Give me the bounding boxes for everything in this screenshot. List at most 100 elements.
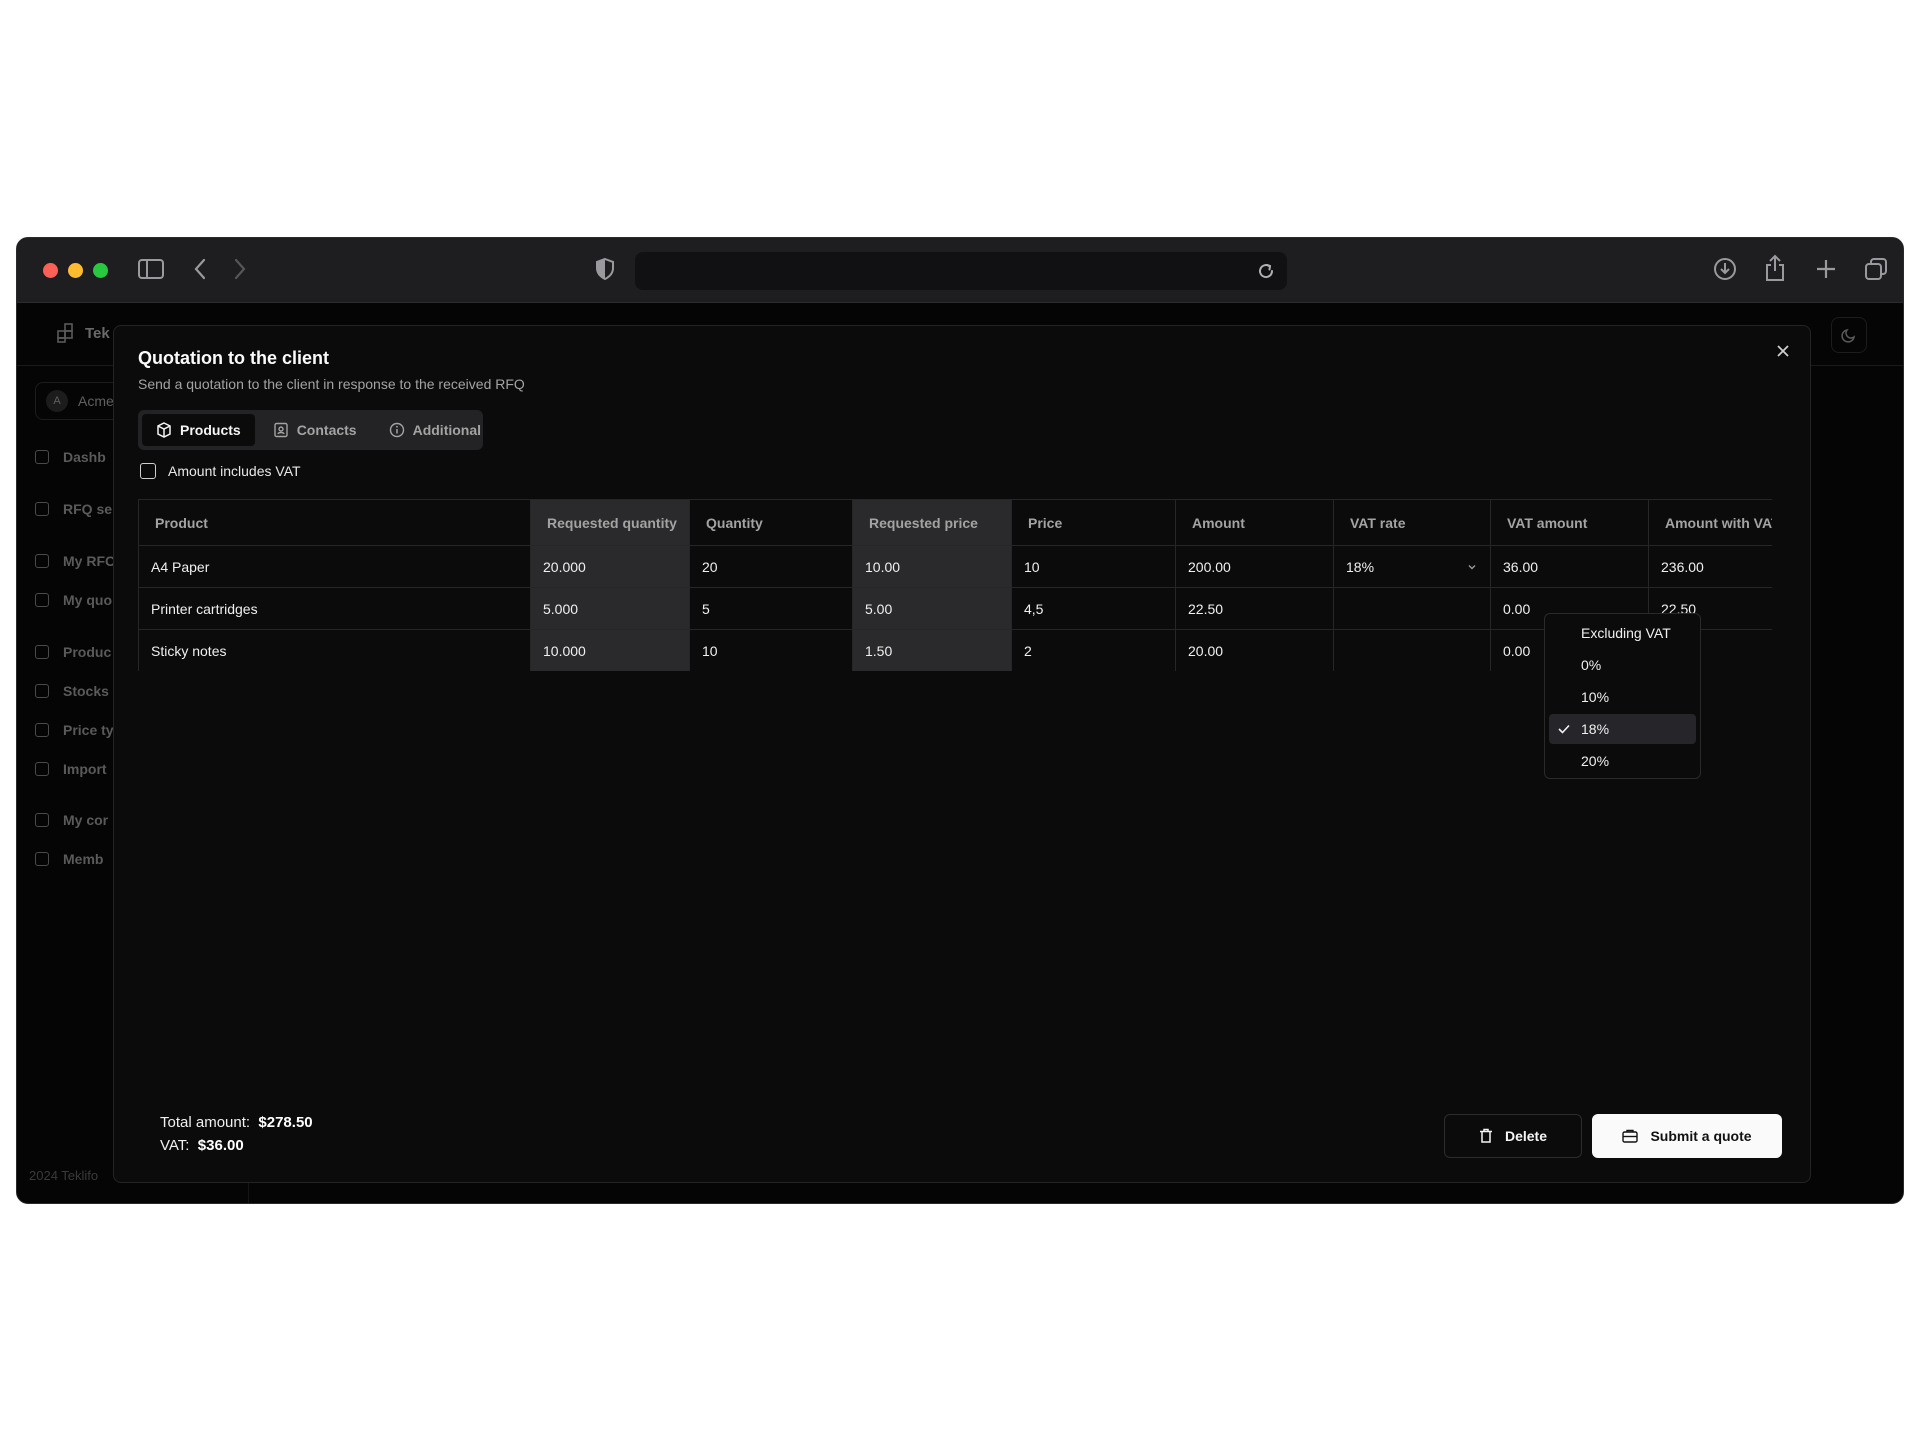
amount-input[interactable]: 200.00 xyxy=(1175,545,1334,588)
total-amount-line: Total amount: $278.50 xyxy=(160,1114,313,1131)
amount-input[interactable]: 20.00 xyxy=(1175,629,1334,671)
tab-additional[interactable]: Additional xyxy=(375,414,495,446)
col-header-product: Product xyxy=(138,499,531,546)
import-icon xyxy=(35,762,49,776)
amount-input[interactable]: 22.50 xyxy=(1175,587,1334,630)
theme-toggle-button[interactable] xyxy=(1831,317,1867,353)
delete-button[interactable]: Delete xyxy=(1444,1114,1582,1158)
vat-included-label[interactable]: Amount includes VAT xyxy=(168,463,301,479)
warehouse-icon xyxy=(35,684,49,698)
dashboard-icon xyxy=(35,450,49,464)
vat-rate-select[interactable] xyxy=(1333,587,1491,630)
document-icon xyxy=(35,554,49,568)
browser-toolbar xyxy=(17,238,1903,303)
vat-option-18[interactable]: 18% xyxy=(1549,714,1696,744)
back-icon[interactable] xyxy=(193,257,207,281)
tag-icon xyxy=(35,723,49,737)
share-icon[interactable] xyxy=(1764,254,1786,282)
close-dialog-button[interactable] xyxy=(1776,344,1790,363)
sidebar-item-my-quotes[interactable]: My quo xyxy=(35,592,112,608)
org-avatar: A xyxy=(46,390,68,412)
table-header-row: Product Requested quantity Quantity Requ… xyxy=(138,499,1772,546)
sidebar-item-members[interactable]: Memb xyxy=(35,851,103,867)
product-name-input[interactable]: A4 Paper xyxy=(138,545,531,588)
vat-rate-select[interactable] xyxy=(1333,629,1491,671)
sidebar-item-my-company[interactable]: My cor xyxy=(35,812,108,828)
tab-products[interactable]: Products xyxy=(142,414,255,446)
org-name: Acme xyxy=(78,393,114,409)
col-header-price: Price xyxy=(1011,499,1176,546)
shield-icon[interactable] xyxy=(595,257,615,281)
vat-rate-dropdown: Excluding VAT 0% 10% 18% 20% xyxy=(1544,613,1701,779)
table-row: A4 Paper 20.000 20 10.00 10 200.00 18% 3… xyxy=(138,545,1772,588)
product-name-input[interactable]: Printer cartridges xyxy=(138,587,531,630)
sidebar-item-products[interactable]: Produc xyxy=(35,644,111,660)
forward-icon[interactable] xyxy=(233,257,247,281)
vat-amount-input[interactable]: 36.00 xyxy=(1490,545,1649,588)
vat-included-row: Amount includes VAT xyxy=(140,463,301,479)
app-footer-text: 2024 Teklifo xyxy=(29,1168,99,1183)
trash-icon xyxy=(1479,1128,1492,1143)
sidebar-toggle-icon[interactable] xyxy=(138,258,164,280)
info-icon xyxy=(389,422,404,438)
sidebar-item-price-types[interactable]: Price ty xyxy=(35,722,114,738)
inbox-icon xyxy=(35,593,49,607)
tabs-overview-icon[interactable] xyxy=(1864,257,1888,281)
close-window-button[interactable] xyxy=(43,263,58,278)
document-icon xyxy=(35,502,49,516)
chevron-down-icon xyxy=(1468,564,1476,569)
col-header-amount-with-vat: Amount with VAT xyxy=(1648,499,1772,546)
browser-window: Tek A Acme Dashb RFQ se My RFC My quo Pr… xyxy=(16,237,1904,1204)
vat-option-20[interactable]: 20% xyxy=(1549,746,1696,776)
moon-icon xyxy=(1841,328,1856,343)
submit-quote-button[interactable]: Submit a quote xyxy=(1592,1114,1782,1158)
col-header-requested-quantity: Requested quantity xyxy=(530,499,690,546)
dialog-subtitle: Send a quotation to the client in respon… xyxy=(138,376,525,392)
sidebar-item-import[interactable]: Import xyxy=(35,761,107,777)
requested-price-cell: 10.00 xyxy=(852,545,1012,588)
app-logo: Tek xyxy=(57,323,110,343)
col-header-requested-price: Requested price xyxy=(852,499,1012,546)
address-bar[interactable] xyxy=(635,252,1287,290)
vat-option-0[interactable]: 0% xyxy=(1549,650,1696,680)
quantity-input[interactable]: 5 xyxy=(689,587,853,630)
requested-price-cell: 1.50 xyxy=(852,629,1012,671)
price-input[interactable]: 10 xyxy=(1011,545,1176,588)
sidebar-item-stocks[interactable]: Stocks xyxy=(35,683,109,699)
vat-rate-select[interactable]: 18% xyxy=(1333,545,1491,588)
brand-name: Tek xyxy=(85,324,110,342)
col-header-amount: Amount xyxy=(1175,499,1334,546)
users-icon xyxy=(35,852,49,866)
product-name-input[interactable]: Sticky notes xyxy=(138,629,531,671)
sidebar-item-rfq-search[interactable]: RFQ se xyxy=(35,501,112,517)
vat-included-checkbox[interactable] xyxy=(140,463,156,479)
grid-icon xyxy=(57,323,73,343)
download-icon[interactable] xyxy=(1713,257,1737,281)
vat-option-10[interactable]: 10% xyxy=(1549,682,1696,712)
building-icon xyxy=(35,813,49,827)
amount-with-vat-input[interactable]: 236.00 xyxy=(1648,545,1772,588)
products-table-wrapper[interactable]: Product Requested quantity Quantity Requ… xyxy=(138,499,1772,671)
minimize-window-button[interactable] xyxy=(68,263,83,278)
price-input[interactable]: 2 xyxy=(1011,629,1176,671)
reload-icon[interactable] xyxy=(1257,262,1275,285)
new-tab-icon[interactable] xyxy=(1815,258,1837,280)
sidebar-item-dashboard[interactable]: Dashb xyxy=(35,449,106,465)
dialog-title: Quotation to the client xyxy=(138,348,329,368)
requested-price-cell: 5.00 xyxy=(852,587,1012,630)
zoom-window-button[interactable] xyxy=(93,263,108,278)
quantity-input[interactable]: 10 xyxy=(689,629,853,671)
quantity-input[interactable]: 20 xyxy=(689,545,853,588)
price-input[interactable]: 4,5 xyxy=(1011,587,1176,630)
package-icon xyxy=(35,645,49,659)
vat-option-excluding[interactable]: Excluding VAT xyxy=(1549,618,1696,648)
check-icon xyxy=(1558,724,1570,734)
sidebar-item-my-rfq[interactable]: My RFC xyxy=(35,553,115,569)
contact-icon xyxy=(273,422,288,438)
products-table: Product Requested quantity Quantity Requ… xyxy=(138,499,1772,671)
tab-contacts[interactable]: Contacts xyxy=(259,414,371,446)
col-header-vat-rate: VAT rate xyxy=(1333,499,1491,546)
dialog-tabs: Products Contacts Additional xyxy=(138,410,483,450)
col-header-vat-amount: VAT amount xyxy=(1490,499,1649,546)
total-amount-value: $278.50 xyxy=(258,1114,313,1131)
